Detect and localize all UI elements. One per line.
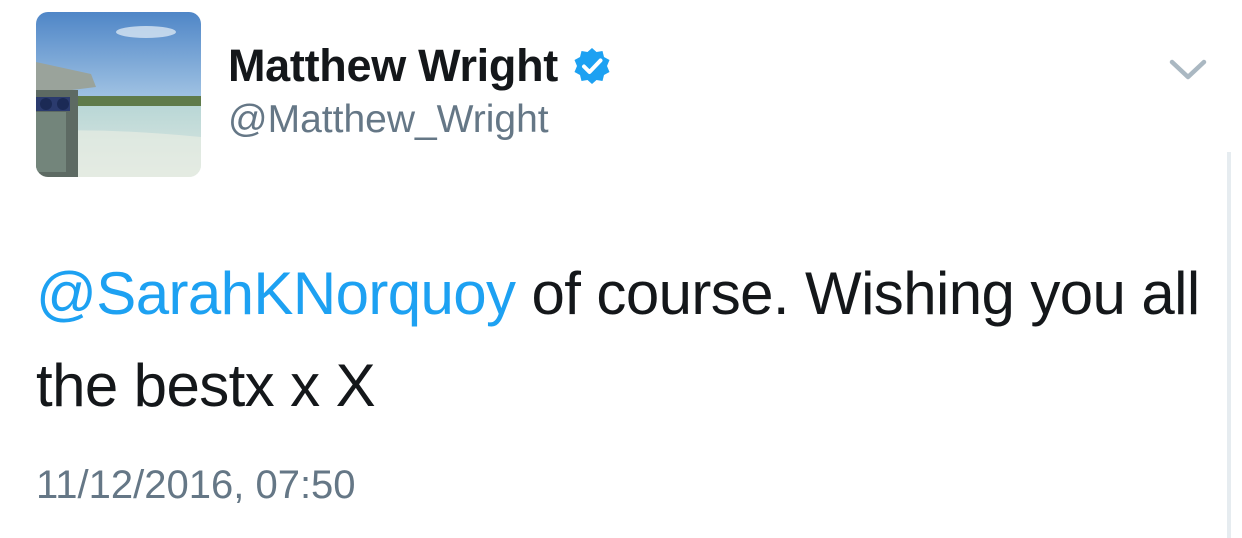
tweet-card: Matthew Wright @Matthew_Wright @SarahKNo… xyxy=(0,0,1242,538)
avatar-image xyxy=(36,12,201,177)
tweet-timestamp[interactable]: 11/12/2016, 07:50 xyxy=(36,460,356,510)
chevron-down-icon[interactable] xyxy=(1166,50,1210,90)
tweet-text: @SarahKNorquoy of course. Wishing you al… xyxy=(36,248,1206,432)
author-display-name[interactable]: Matthew Wright xyxy=(228,40,558,92)
verified-badge-icon xyxy=(572,46,612,86)
scrollbar-track xyxy=(1227,152,1231,538)
author-row: Matthew Wright xyxy=(228,40,612,92)
author-handle[interactable]: @Matthew_Wright xyxy=(228,96,549,144)
mention-link[interactable]: @SarahKNorquoy xyxy=(36,260,516,327)
avatar[interactable] xyxy=(36,12,201,177)
